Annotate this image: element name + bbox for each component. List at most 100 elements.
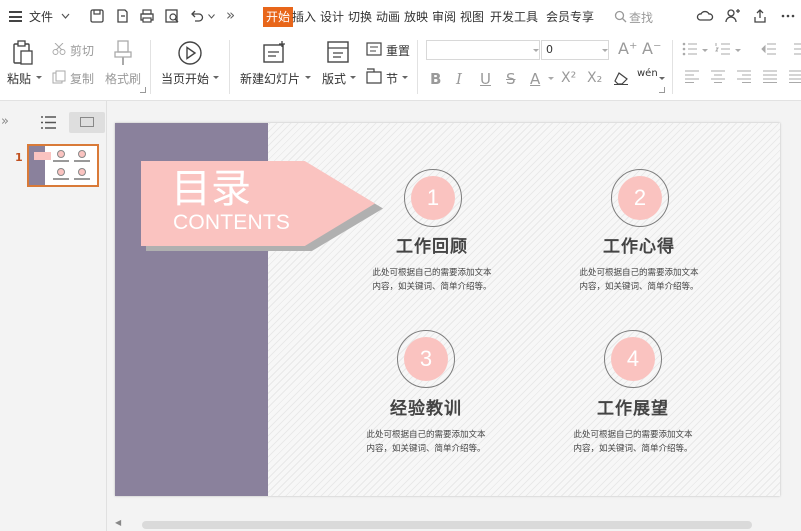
font-name-dropdown-icon[interactable] [533, 49, 539, 52]
more-quick-access-icon[interactable]: » [226, 7, 235, 23]
undo-dropdown-icon[interactable] [208, 14, 215, 19]
reset-button[interactable]: 重置 [386, 42, 410, 59]
format-painter-icon[interactable] [112, 40, 134, 66]
font-color-dropdown-icon[interactable] [548, 77, 554, 80]
underline-button[interactable]: U [480, 70, 491, 88]
export-pdf-icon[interactable] [113, 7, 131, 25]
start-dropdown-icon[interactable] [213, 76, 219, 79]
search-icon[interactable] [614, 10, 627, 23]
copy-icon[interactable] [52, 70, 66, 84]
increase-indent-icon[interactable] [789, 42, 801, 56]
decrease-font-size-icon[interactable]: A⁻ [642, 39, 661, 58]
reset-icon[interactable] [366, 42, 382, 56]
outline-view-icon[interactable] [41, 116, 56, 129]
paste-dropdown-icon[interactable] [36, 76, 42, 79]
new-slide-dropdown-icon[interactable] [305, 76, 311, 79]
align-center-icon[interactable] [711, 70, 725, 83]
pinyin-dropdown-icon[interactable] [659, 77, 665, 80]
file-menu[interactable]: 文件 [29, 9, 53, 25]
number-circle[interactable]: 3 [397, 330, 455, 388]
item-description[interactable]: 此处可根据自己的需要添加文本 内容，如关键词、简单介绍等。 [559, 266, 719, 294]
start-from-current-button[interactable]: 当页开始 [161, 70, 209, 87]
font-name-select[interactable] [426, 40, 540, 60]
section-icon[interactable] [366, 68, 382, 84]
font-group-launcher-icon[interactable] [659, 87, 665, 93]
horizontal-scroll-thumb[interactable] [142, 521, 752, 529]
layout-dropdown-icon[interactable] [350, 76, 356, 79]
layout-button[interactable]: 版式 [322, 70, 346, 87]
item-title[interactable]: 工作展望 [553, 394, 713, 419]
item-description[interactable]: 此处可根据自己的需要添加文本 内容，如关键词、简单介绍等。 [352, 266, 512, 294]
tab-member[interactable]: 会员专享 [546, 8, 594, 26]
share-icon[interactable] [751, 7, 769, 25]
tab-slideshow[interactable]: 放映 [404, 8, 428, 26]
search-label[interactable]: 查找 [629, 9, 653, 26]
cut-icon[interactable] [52, 43, 66, 55]
clear-format-eraser-icon[interactable] [613, 71, 629, 85]
item-description[interactable]: 此处可根据自己的需要添加文本 内容，如关键词、简单介绍等。 [346, 428, 506, 456]
subscript-button[interactable]: X₂ [587, 70, 602, 86]
chevron-down-icon[interactable] [61, 13, 70, 19]
cloud-sync-icon[interactable] [696, 7, 714, 25]
number-circle[interactable]: 4 [604, 330, 662, 388]
italic-button[interactable]: I [456, 70, 462, 88]
scroll-left-arrow-icon[interactable]: ◀ [115, 518, 121, 527]
new-slide-button[interactable]: 新建幻灯片 [240, 70, 300, 87]
item-title[interactable]: 经验教训 [346, 394, 506, 419]
copy-button[interactable]: 复制 [70, 70, 94, 87]
pinyin-guide-button[interactable]: wén [637, 68, 658, 79]
section-dropdown-icon[interactable] [402, 76, 408, 79]
tab-home[interactable]: 开始 [263, 7, 294, 27]
decrease-indent-icon[interactable] [761, 42, 777, 56]
slide-view-tab[interactable] [69, 112, 105, 133]
bold-button[interactable]: B [430, 70, 441, 88]
slide-thumbnail[interactable] [27, 144, 99, 187]
save-icon[interactable] [88, 7, 106, 25]
collaborate-user-icon[interactable] [723, 7, 741, 25]
distribute-icon[interactable] [789, 70, 801, 83]
hamburger-menu-icon[interactable] [9, 11, 22, 22]
font-size-select[interactable]: 0 [541, 40, 609, 60]
item-title[interactable]: 工作回顾 [352, 232, 512, 257]
expand-pane-icon[interactable]: » [1, 114, 9, 129]
bullet-list-dropdown-icon[interactable] [702, 49, 708, 52]
numbered-list-dropdown-icon[interactable] [735, 49, 741, 52]
increase-font-size-icon[interactable]: A⁺ [618, 39, 637, 58]
undo-icon[interactable] [188, 7, 206, 25]
play-from-current-icon[interactable] [177, 40, 203, 66]
number-circle[interactable]: 1 [404, 169, 462, 227]
clipboard-group-launcher-icon[interactable] [140, 87, 146, 93]
slide-title[interactable]: 目录 [171, 165, 251, 213]
superscript-button[interactable]: X² [561, 70, 576, 86]
print-icon[interactable] [138, 7, 156, 25]
tab-view[interactable]: 视图 [460, 8, 484, 26]
tab-transitions[interactable]: 切换 [348, 8, 372, 26]
tab-design[interactable]: 设计 [320, 8, 344, 26]
align-left-icon[interactable] [685, 70, 699, 83]
more-options-icon[interactable] [779, 7, 797, 25]
print-preview-icon[interactable] [163, 7, 181, 25]
numbered-list-icon[interactable] [715, 42, 731, 56]
bullet-list-icon[interactable] [682, 42, 698, 56]
item-description[interactable]: 此处可根据自己的需要添加文本 内容，如关键词、简单介绍等。 [553, 428, 713, 456]
tab-insert[interactable]: 插入 [292, 8, 316, 26]
align-right-icon[interactable] [737, 70, 751, 83]
paste-button[interactable]: 粘贴 [7, 70, 31, 87]
new-slide-icon[interactable] [262, 40, 288, 66]
justify-icon[interactable] [763, 70, 777, 83]
horizontal-scrollbar[interactable]: ◀ [107, 518, 785, 531]
tab-animations[interactable]: 动画 [376, 8, 400, 26]
item-title[interactable]: 工作心得 [559, 232, 719, 257]
strikethrough-button[interactable]: S [506, 70, 516, 88]
number-circle[interactable]: 2 [611, 169, 669, 227]
cut-button[interactable]: 剪切 [70, 42, 94, 59]
format-painter-button[interactable]: 格式刷 [105, 70, 141, 87]
section-button[interactable]: 节 [386, 70, 398, 87]
tab-review[interactable]: 审阅 [432, 8, 456, 26]
slide-subtitle[interactable]: CONTENTS [173, 210, 290, 236]
paste-icon[interactable] [11, 40, 35, 66]
tab-developer[interactable]: 开发工具 [490, 8, 538, 26]
font-size-dropdown-icon[interactable] [602, 49, 608, 52]
font-color-button[interactable]: A [530, 70, 540, 88]
layout-icon[interactable] [326, 40, 350, 64]
